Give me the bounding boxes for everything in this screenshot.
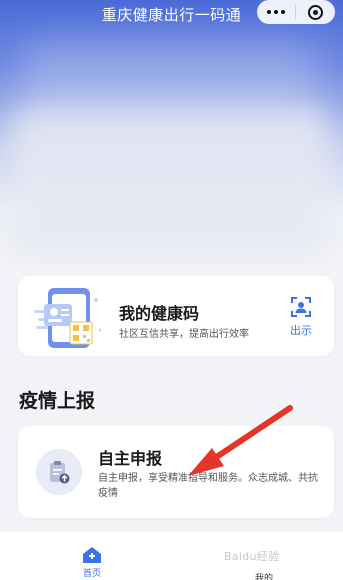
show-code-label: 出示 bbox=[290, 324, 312, 337]
tab-home[interactable]: 首页 bbox=[72, 546, 112, 580]
tab-bar bbox=[0, 532, 343, 580]
health-code-subtitle: 社区互信共享，提高出行效率 bbox=[119, 329, 249, 340]
self-report-description: 自主申报，享受精准指导和服务。众志成城、共抗疫情 bbox=[98, 473, 318, 499]
blurred-area bbox=[10, 110, 330, 260]
clipboard-upload-icon bbox=[50, 461, 70, 484]
self-report-title: 自主申报 bbox=[98, 449, 163, 468]
mini-program-capsule bbox=[257, 0, 335, 24]
tab-mine[interactable]: 我的 bbox=[244, 566, 284, 580]
tab-mine-label: 我的 bbox=[254, 574, 273, 580]
home-icon bbox=[83, 547, 101, 563]
health-code-card[interactable]: 我的健康码 社区互信共享，提高出行效率 出示 bbox=[18, 276, 334, 356]
self-report-card[interactable]: 自主申报 自主申报，享受精准指导和服务。众志成城、共抗疫情 bbox=[18, 426, 334, 518]
watermark: Baidu经验 bbox=[224, 550, 280, 563]
section-title: 疫情上报 bbox=[19, 390, 96, 412]
scan-icon bbox=[291, 297, 311, 317]
phone-qr-illustration bbox=[34, 288, 102, 348]
header-blurred-banner bbox=[0, 0, 343, 265]
tab-home-label: 首页 bbox=[82, 569, 101, 579]
report-icon-circle bbox=[36, 449, 82, 495]
health-code-title: 我的健康码 bbox=[119, 304, 200, 323]
more-icon[interactable] bbox=[257, 0, 295, 24]
show-code-button[interactable]: 出示 bbox=[283, 296, 319, 342]
title-bar: 重庆健康出行一码通 bbox=[0, 0, 343, 30]
close-icon[interactable] bbox=[296, 0, 334, 24]
